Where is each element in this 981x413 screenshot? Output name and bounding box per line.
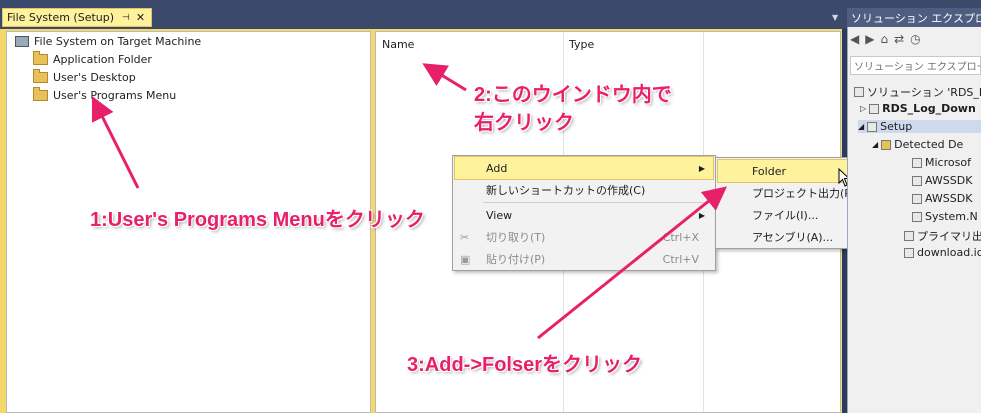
annotation-arrow-1 bbox=[91, 95, 140, 189]
annotation-step2-line1: 2:このウインドウ内で bbox=[474, 84, 672, 106]
annotation-arrow-3 bbox=[537, 186, 728, 340]
annotation-step3: 3:Add->Folserをクリック bbox=[407, 354, 643, 376]
annotation-step2-line2: 右クリック bbox=[474, 112, 574, 134]
annotation-step1: 1:User's Programs Menuをクリック bbox=[90, 209, 425, 231]
annotation-arrow-2 bbox=[422, 63, 467, 92]
